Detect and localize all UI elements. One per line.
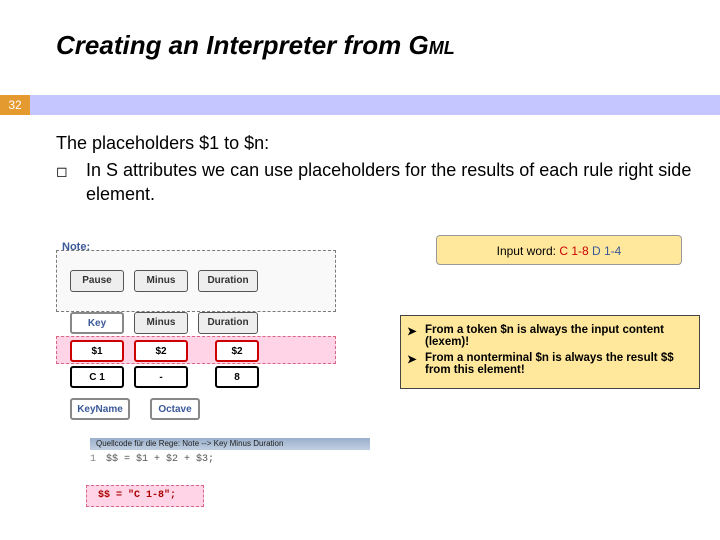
placeholder-1: $1 [70, 340, 124, 362]
box-keyname: KeyName [70, 398, 130, 420]
input-word-label: Input word: [497, 244, 560, 258]
slide-title: Creating an Interpreter from GML [56, 30, 455, 61]
line-number: 1 [90, 454, 96, 465]
input-word-part2: D 1-4 [589, 244, 622, 258]
bullet-icon: ◻ [56, 159, 86, 206]
page-number: 32 [0, 95, 30, 115]
box-minus: Minus [134, 312, 188, 334]
input-word-box: Input word: C 1-8 D 1-4 [436, 235, 682, 265]
box-duration: Duration [198, 312, 258, 334]
box-minus: Minus [134, 270, 188, 292]
box-duration: Duration [198, 270, 258, 292]
code-line: 1 $$ = $1 + $2 + $3; [90, 454, 214, 465]
placeholder-2b: $2 [215, 340, 259, 362]
body-text: The placeholders $1 to $n: ◻ In S attrib… [56, 132, 696, 206]
title-sub: ML [429, 38, 455, 58]
title-main: Creating an Interpreter from G [56, 30, 429, 60]
arrow-icon: ➤ [407, 324, 425, 348]
note-text-1: From a token $n is always the input cont… [425, 324, 691, 348]
note-line-2: ➤ From a nonterminal $n is always the re… [407, 352, 691, 376]
code-header: Quellcode für die Rege: Note --> Key Min… [90, 438, 370, 450]
note-text-2: From a nonterminal $n is always the resu… [425, 352, 691, 376]
box-octave: Octave [150, 398, 200, 420]
value-c1: C 1 [70, 366, 124, 388]
value-eight: 8 [215, 366, 259, 388]
value-dash: - [134, 366, 188, 388]
bullet-text: In S attributes we can use placeholders … [86, 159, 696, 206]
note-line-1: ➤ From a token $n is always the input co… [407, 324, 691, 348]
bullet-row: ◻ In S attributes we can use placeholder… [56, 159, 696, 206]
box-key: Key [70, 312, 124, 334]
notes-box: ➤ From a token $n is always the input co… [400, 315, 700, 389]
diagram-note-label: Note: [62, 241, 90, 253]
box-pause: Pause [70, 270, 124, 292]
grammar-diagram: Note: Pause Minus Duration Key Minus Dur… [50, 240, 380, 530]
page-stripe [0, 95, 720, 115]
code-text: $$ = $1 + $2 + $3; [106, 454, 214, 465]
result-line: $$ = "C 1-8"; [98, 490, 176, 501]
body-heading: The placeholders $1 to $n: [56, 132, 696, 155]
arrow-icon: ➤ [407, 352, 425, 376]
input-word-part1: C 1-8 [559, 244, 588, 258]
placeholder-2a: $2 [134, 340, 188, 362]
